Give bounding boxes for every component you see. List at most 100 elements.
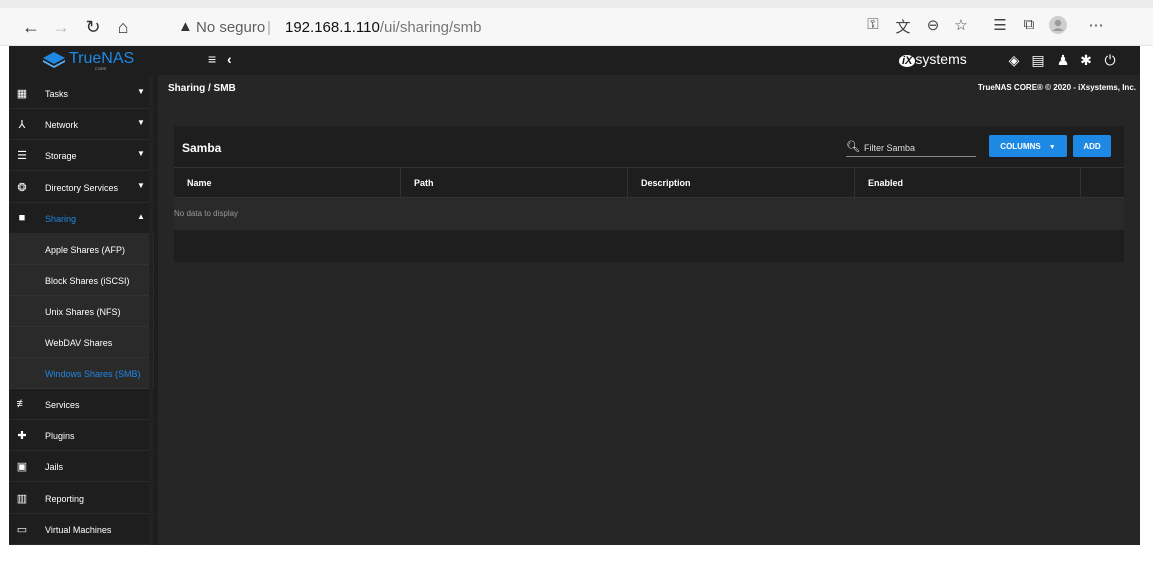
truecommand-icon[interactable]: ◈ — [1006, 52, 1022, 69]
sidebar-subitem-nfs[interactable]: Unix Shares (NFS) — [9, 296, 154, 327]
network-icon: ⅄ — [18, 119, 26, 131]
table-row: No data to display — [174, 198, 1124, 230]
chevron-down-icon: ▼ — [137, 149, 145, 158]
sidebar-item-directory-services[interactable]: ❂ Directory Services ▼ — [9, 172, 154, 203]
collections-icon[interactable]: ⧉ — [1018, 16, 1040, 33]
sidebar-item-label: Tasks — [45, 89, 69, 99]
warning-icon[interactable]: ▲ — [178, 18, 193, 35]
logo[interactable]: TrueNAS CORE — [9, 46, 158, 75]
sidebar-item-reporting[interactable]: ▥ Reporting — [9, 483, 154, 514]
chevron-left-icon[interactable]: ‹ — [227, 51, 232, 67]
sidebar-subitem-label: Apple Shares (AFP) — [45, 245, 126, 255]
breadcrumb: Sharing / SMB — [168, 83, 236, 94]
profile-icon[interactable] — [1047, 16, 1069, 38]
column-header-path[interactable]: Path — [401, 168, 628, 199]
sidebar-item-label: Network — [45, 120, 79, 130]
chevron-down-icon: ▼ — [137, 87, 145, 96]
favorite-icon[interactable]: ☆ — [950, 16, 972, 34]
chevron-up-icon: ▲ — [137, 212, 145, 221]
sidebar-subitem-label: Block Shares (iSCSI) — [45, 276, 130, 286]
sidebar-item-plugins[interactable]: ✚ Plugins — [9, 420, 154, 451]
sidebar: ▦ Tasks ▼ ⅄ Network ▼ ☰ Storage ▼ ❂ Dire… — [9, 75, 158, 545]
sidebar-item-label: Services — [45, 400, 80, 410]
sidebar-subitem-iscsi[interactable]: Block Shares (iSCSI) — [9, 265, 154, 296]
directory-icon: ❂ — [17, 182, 27, 194]
sidebar-item-storage[interactable]: ☰ Storage ▼ — [9, 140, 154, 171]
sidebar-item-label: Jails — [45, 462, 64, 472]
folder-shared-icon: ■ — [18, 212, 26, 224]
zoom-icon[interactable]: ⊖ — [922, 16, 944, 34]
sidebar-item-sharing[interactable]: ■ Sharing ▲ — [9, 203, 154, 234]
column-header-actions — [1081, 168, 1124, 199]
bell-icon[interactable]: ♟ — [1055, 52, 1071, 69]
forward-icon[interactable]: → — [50, 16, 72, 38]
more-icon[interactable]: ⋯ — [1085, 16, 1107, 34]
sidebar-subitem-smb[interactable]: Windows Shares (SMB) — [9, 358, 154, 389]
columns-label: COLUMNS — [1000, 141, 1041, 151]
security-label[interactable]: No seguro — [196, 19, 265, 36]
home-icon[interactable]: ⌂ — [112, 16, 134, 38]
chevron-down-icon: ▼ — [137, 118, 145, 127]
sidebar-subitem-label: Unix Shares (NFS) — [45, 307, 121, 317]
samba-card: Samba 🔍︎ COLUMNS ▼ ADD Name Path Descript… — [174, 126, 1124, 262]
sidebar-item-label: Sharing — [45, 214, 77, 224]
filter-input[interactable] — [864, 141, 974, 155]
truenas-logo-icon — [43, 52, 65, 68]
sidebar-item-tasks[interactable]: ▦ Tasks ▼ — [9, 78, 154, 109]
table-header: Name Path Description Enabled — [174, 167, 1124, 199]
calendar-icon: ▦ — [16, 88, 28, 100]
key-icon[interactable]: ⚿ — [862, 16, 884, 33]
refresh-icon[interactable]: ↻ — [82, 16, 104, 38]
main-content: Sharing / SMB TrueNAS CORE® © 2020 - iXs… — [158, 75, 1140, 545]
clipboard-icon[interactable]: ▤ — [1030, 52, 1046, 69]
gear-icon[interactable]: ✱ — [1078, 52, 1094, 69]
sidebar-item-network[interactable]: ⅄ Network ▼ — [9, 109, 154, 140]
card-title: Samba — [182, 141, 222, 155]
jail-icon: ▣ — [16, 461, 28, 473]
url-path: /ui/sharing/smb — [379, 19, 482, 36]
column-header-name[interactable]: Name — [174, 168, 401, 199]
favorites-bar-icon[interactable]: ☰ — [989, 16, 1011, 34]
sidebar-item-services[interactable]: ≢ Services — [9, 389, 154, 420]
storage-icon: ☰ — [17, 150, 27, 162]
sidebar-item-virtual-machines[interactable]: ▭ Virtual Machines — [9, 514, 154, 545]
translate-icon[interactable]: 文 — [892, 16, 914, 37]
app-header: TrueNAS CORE ≡ ‹ iX systems ◈ ▤ ♟ ✱ ⏻ — [9, 46, 1140, 75]
sidebar-item-label: Plugins — [45, 431, 75, 441]
chart-icon: ▥ — [16, 493, 28, 505]
add-button[interactable]: ADD — [1073, 135, 1111, 157]
sidebar-subitem-afp[interactable]: Apple Shares (AFP) — [9, 234, 154, 265]
columns-button[interactable]: COLUMNS ▼ — [989, 135, 1067, 157]
column-header-description[interactable]: Description — [628, 168, 855, 199]
sidebar-subitem-label: WebDAV Shares — [45, 338, 113, 348]
url-host: 192.168.1.110 — [285, 19, 380, 36]
sidebar-subitem-label: Windows Shares (SMB) — [45, 369, 141, 379]
extension-icon: ✚ — [17, 430, 27, 442]
column-header-enabled[interactable]: Enabled — [855, 168, 1081, 199]
url-separator: | — [267, 19, 271, 36]
copyright-text: TrueNAS CORE® © 2020 - iXsystems, Inc. — [977, 83, 1136, 92]
tab-strip — [0, 0, 1153, 8]
sidebar-item-label: Directory Services — [45, 183, 119, 193]
vendor-mark: iX — [899, 55, 916, 67]
back-icon[interactable]: ← — [20, 16, 42, 38]
power-icon[interactable]: ⏻ — [1102, 52, 1118, 69]
url-text[interactable]: 192.168.1.110/ui/sharing/smb — [285, 19, 482, 36]
filter-field[interactable]: 🔍︎ — [846, 139, 976, 157]
sidebar-subitem-webdav[interactable]: WebDAV Shares — [9, 327, 154, 358]
sidebar-item-jails[interactable]: ▣ Jails — [9, 451, 154, 482]
menu-icon[interactable]: ≡ — [208, 51, 216, 67]
empty-message: No data to display — [174, 209, 239, 218]
caret-down-icon: ▼ — [1048, 143, 1056, 151]
address-bar[interactable]: ▲ No seguro | 192.168.1.110/ui/sharing/s… — [140, 13, 750, 41]
sidebar-item-label: Virtual Machines — [45, 525, 112, 535]
monitor-icon: ▭ — [16, 524, 28, 536]
sidebar-item-label: Reporting — [45, 494, 85, 504]
tune-icon: ≢ — [16, 398, 28, 410]
browser-toolbar: ← → ↻ ⌂ ▲ No seguro | 192.168.1.110/ui/s… — [0, 0, 1153, 46]
search-icon: 🔍︎ — [846, 141, 860, 153]
sidebar-scrollbar[interactable] — [149, 75, 153, 545]
vendor-text: systems — [915, 51, 967, 67]
vendor-logo: iX systems — [899, 51, 967, 67]
sidebar-item-label: Storage — [45, 151, 77, 161]
